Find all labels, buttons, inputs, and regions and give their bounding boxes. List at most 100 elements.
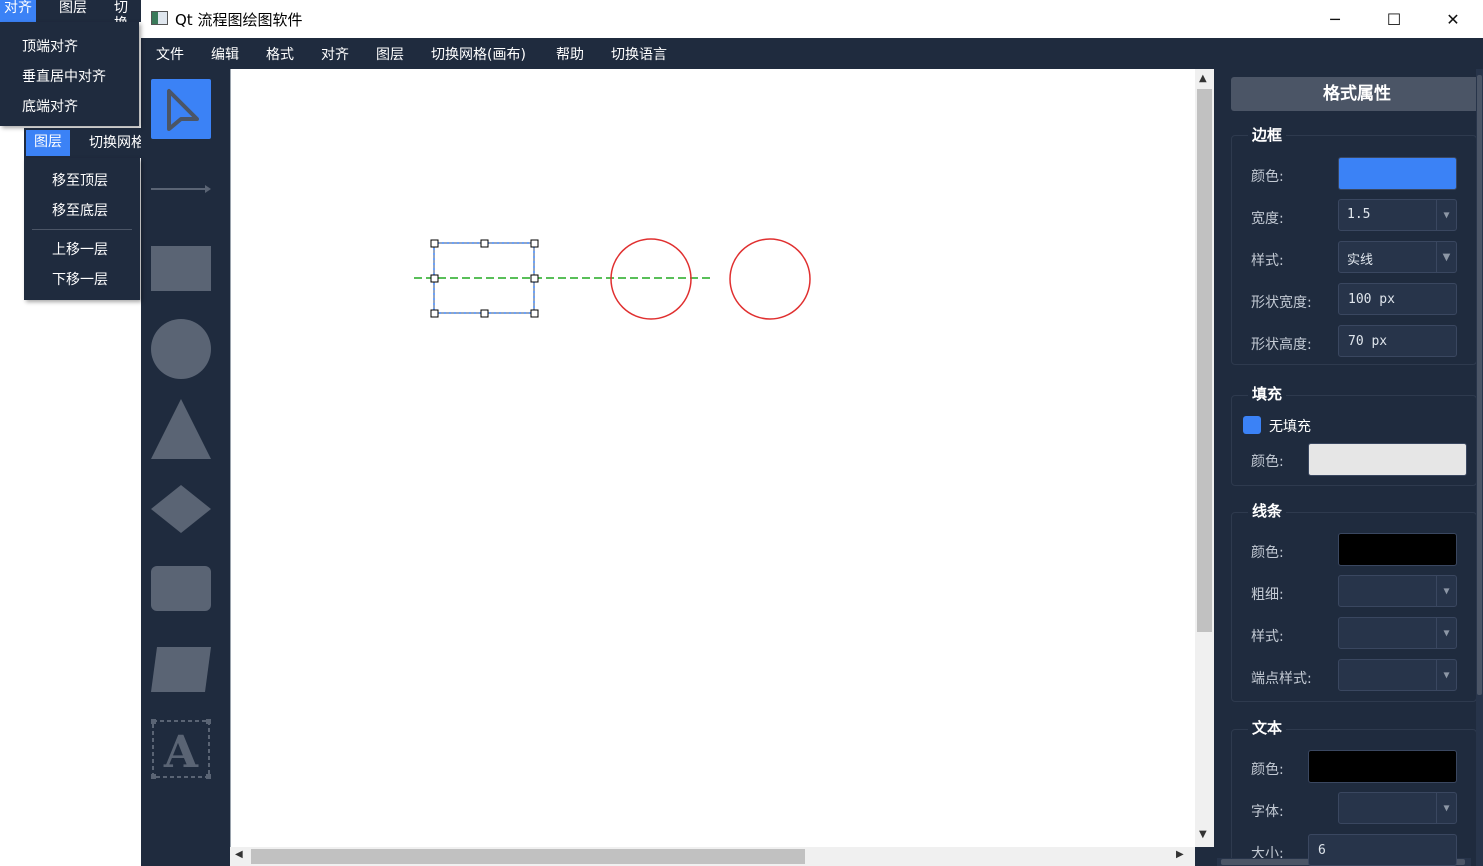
main-window: Qt 流程图绘图软件 ─ ☐ ✕ 文件 编辑 格式 对齐 图层 切换网格(画布)… <box>141 0 1483 866</box>
align-dropdown: 顶端对齐 垂直居中对齐 底端对齐 <box>0 22 139 126</box>
text-color-swatch[interactable] <box>1308 750 1457 783</box>
font-combo[interactable]: ▼ <box>1338 792 1457 824</box>
parallelogram-tool[interactable] <box>151 647 211 692</box>
resize-handles[interactable] <box>430 239 539 318</box>
text-tool[interactable]: A <box>151 719 211 779</box>
scroll-corner <box>1195 847 1214 866</box>
selection-outline <box>433 242 535 314</box>
scroll-left-icon[interactable]: ◀ <box>235 849 243 860</box>
shape-width-input[interactable]: 100 px <box>1338 283 1457 315</box>
rectangle-tool[interactable] <box>151 246 211 291</box>
align-menu-active[interactable]: 对齐 <box>0 0 36 22</box>
line-group-title: 线条 <box>1248 500 1287 521</box>
diamond-tool[interactable] <box>151 485 211 533</box>
menu-help[interactable]: 帮助 <box>556 44 584 64</box>
send-to-back-item[interactable]: 移至底层 <box>52 200 108 220</box>
border-style-label: 样式: <box>1251 253 1284 269</box>
properties-panel: 格式属性 边框 颜色: 宽度: 样式: 形状宽度: 形状高度: 填充 无填充 颜… <box>1217 69 1483 866</box>
border-color-swatch[interactable] <box>1338 157 1457 190</box>
layer-dropdown: 移至顶层 移至底层 上移一层 下移一层 <box>24 158 140 300</box>
shape-height-value: 70 px <box>1348 334 1388 349</box>
rounded-rect-tool[interactable] <box>151 566 211 611</box>
properties-header: 格式属性 <box>1231 77 1483 111</box>
chevron-down-icon: ▼ <box>1436 576 1456 606</box>
chevron-down-icon: ▼ <box>1436 200 1456 230</box>
line-style-label: 样式: <box>1251 629 1284 645</box>
text-icon: A <box>151 719 211 779</box>
border-width-label: 宽度: <box>1251 211 1284 227</box>
menu-align[interactable]: 对齐 <box>321 44 349 64</box>
line-style-combo[interactable]: ▼ <box>1338 617 1457 649</box>
font-size-value: 6 <box>1318 843 1326 858</box>
horizontal-scrollbar[interactable]: ◀ ▶ <box>230 847 1196 866</box>
fill-color-swatch[interactable] <box>1308 443 1467 476</box>
chevron-down-icon: ▼ <box>1436 660 1456 690</box>
border-group-title: 边框 <box>1248 124 1287 145</box>
shape-height-input[interactable]: 70 px <box>1338 325 1457 357</box>
layer-menu-strip: 图层 切换网格 <box>24 128 141 158</box>
drawing-canvas[interactable] <box>230 69 1196 847</box>
close-button[interactable]: ✕ <box>1424 0 1482 38</box>
line-color-swatch[interactable] <box>1338 533 1457 566</box>
fill-color-label: 颜色: <box>1251 454 1284 470</box>
text-group-title: 文本 <box>1248 717 1287 738</box>
border-style-value: 实线 <box>1347 253 1374 268</box>
menu-format[interactable]: 格式 <box>266 44 294 64</box>
no-fill-label: 无填充 <box>1269 419 1311 435</box>
endpoint-style-combo[interactable]: ▼ <box>1338 659 1457 691</box>
bring-to-front-item[interactable]: 移至顶层 <box>52 170 108 190</box>
diamond-icon <box>151 485 211 533</box>
move-down-item[interactable]: 下移一层 <box>52 269 108 289</box>
title-bar: Qt 流程图绘图软件 ─ ☐ ✕ <box>141 0 1483 38</box>
fill-group-title: 填充 <box>1248 383 1287 404</box>
vertical-scroll-thumb[interactable] <box>1197 89 1212 632</box>
endpoint-style-label: 端点样式: <box>1251 671 1312 687</box>
shape-height-label: 形状高度: <box>1251 337 1312 353</box>
properties-scroll-thumb[interactable] <box>1477 75 1482 695</box>
move-up-item[interactable]: 上移一层 <box>52 239 108 259</box>
layer-menu-active[interactable]: 图层 <box>26 130 70 156</box>
font-size-spinbox[interactable]: 6 <box>1308 834 1457 866</box>
selected-rectangle-shape[interactable] <box>433 242 535 314</box>
maximize-button[interactable]: ☐ <box>1365 0 1423 38</box>
line-thickness-combo[interactable]: ▼ <box>1338 575 1457 607</box>
properties-scrollbar[interactable] <box>1476 69 1483 866</box>
minimize-button[interactable]: ─ <box>1306 0 1364 38</box>
border-style-combo[interactable]: 实线 ▼ <box>1338 241 1457 273</box>
text-tool-glyph: A <box>163 727 199 778</box>
menu-layer[interactable]: 图层 <box>376 44 404 64</box>
scroll-right-icon[interactable]: ▶ <box>1176 849 1184 860</box>
scroll-up-icon[interactable]: ▲ <box>1199 73 1207 84</box>
menu-toggle-grid[interactable]: 切换网格(画布) <box>431 44 526 64</box>
circle-tool[interactable] <box>151 319 211 379</box>
vertical-scrollbar[interactable]: ▲ ▼ <box>1195 69 1214 847</box>
align-top-item[interactable]: 顶端对齐 <box>22 36 78 56</box>
horizontal-scroll-thumb[interactable] <box>251 849 805 864</box>
align-vcenter-item[interactable]: 垂直居中对齐 <box>22 66 106 86</box>
layer-menu[interactable]: 图层 <box>59 0 87 16</box>
line-tool[interactable] <box>151 179 211 199</box>
circle-shape-2[interactable] <box>729 238 811 320</box>
menu-separator <box>32 229 132 230</box>
parallelogram-icon <box>151 647 211 692</box>
menu-file[interactable]: 文件 <box>156 44 184 64</box>
border-color-label: 颜色: <box>1251 169 1284 185</box>
scroll-down-icon[interactable]: ▼ <box>1199 829 1207 840</box>
shape-width-label: 形状宽度: <box>1251 295 1312 311</box>
pointer-icon <box>167 89 199 131</box>
menu-language[interactable]: 切换语言 <box>611 44 667 64</box>
pointer-tool[interactable] <box>151 79 211 139</box>
menu-edit[interactable]: 编辑 <box>211 44 239 64</box>
line-arrow-icon <box>151 185 211 193</box>
font-label: 字体: <box>1251 804 1284 820</box>
no-fill-checkbox[interactable] <box>1243 416 1261 434</box>
menu-bar: 文件 编辑 格式 对齐 图层 切换网格(画布) 帮助 切换语言 <box>141 38 1483 69</box>
line-color-label: 颜色: <box>1251 545 1284 561</box>
triangle-icon <box>151 399 211 459</box>
chevron-down-icon: ▼ <box>1436 242 1456 272</box>
circle-shape-1[interactable] <box>610 238 692 320</box>
border-width-combo[interactable]: 1.5 ▼ <box>1338 199 1457 231</box>
triangle-tool[interactable] <box>151 399 211 459</box>
toggle-grid-menu-partial[interactable]: 切换网格 <box>89 132 141 152</box>
align-bottom-item[interactable]: 底端对齐 <box>22 96 78 116</box>
